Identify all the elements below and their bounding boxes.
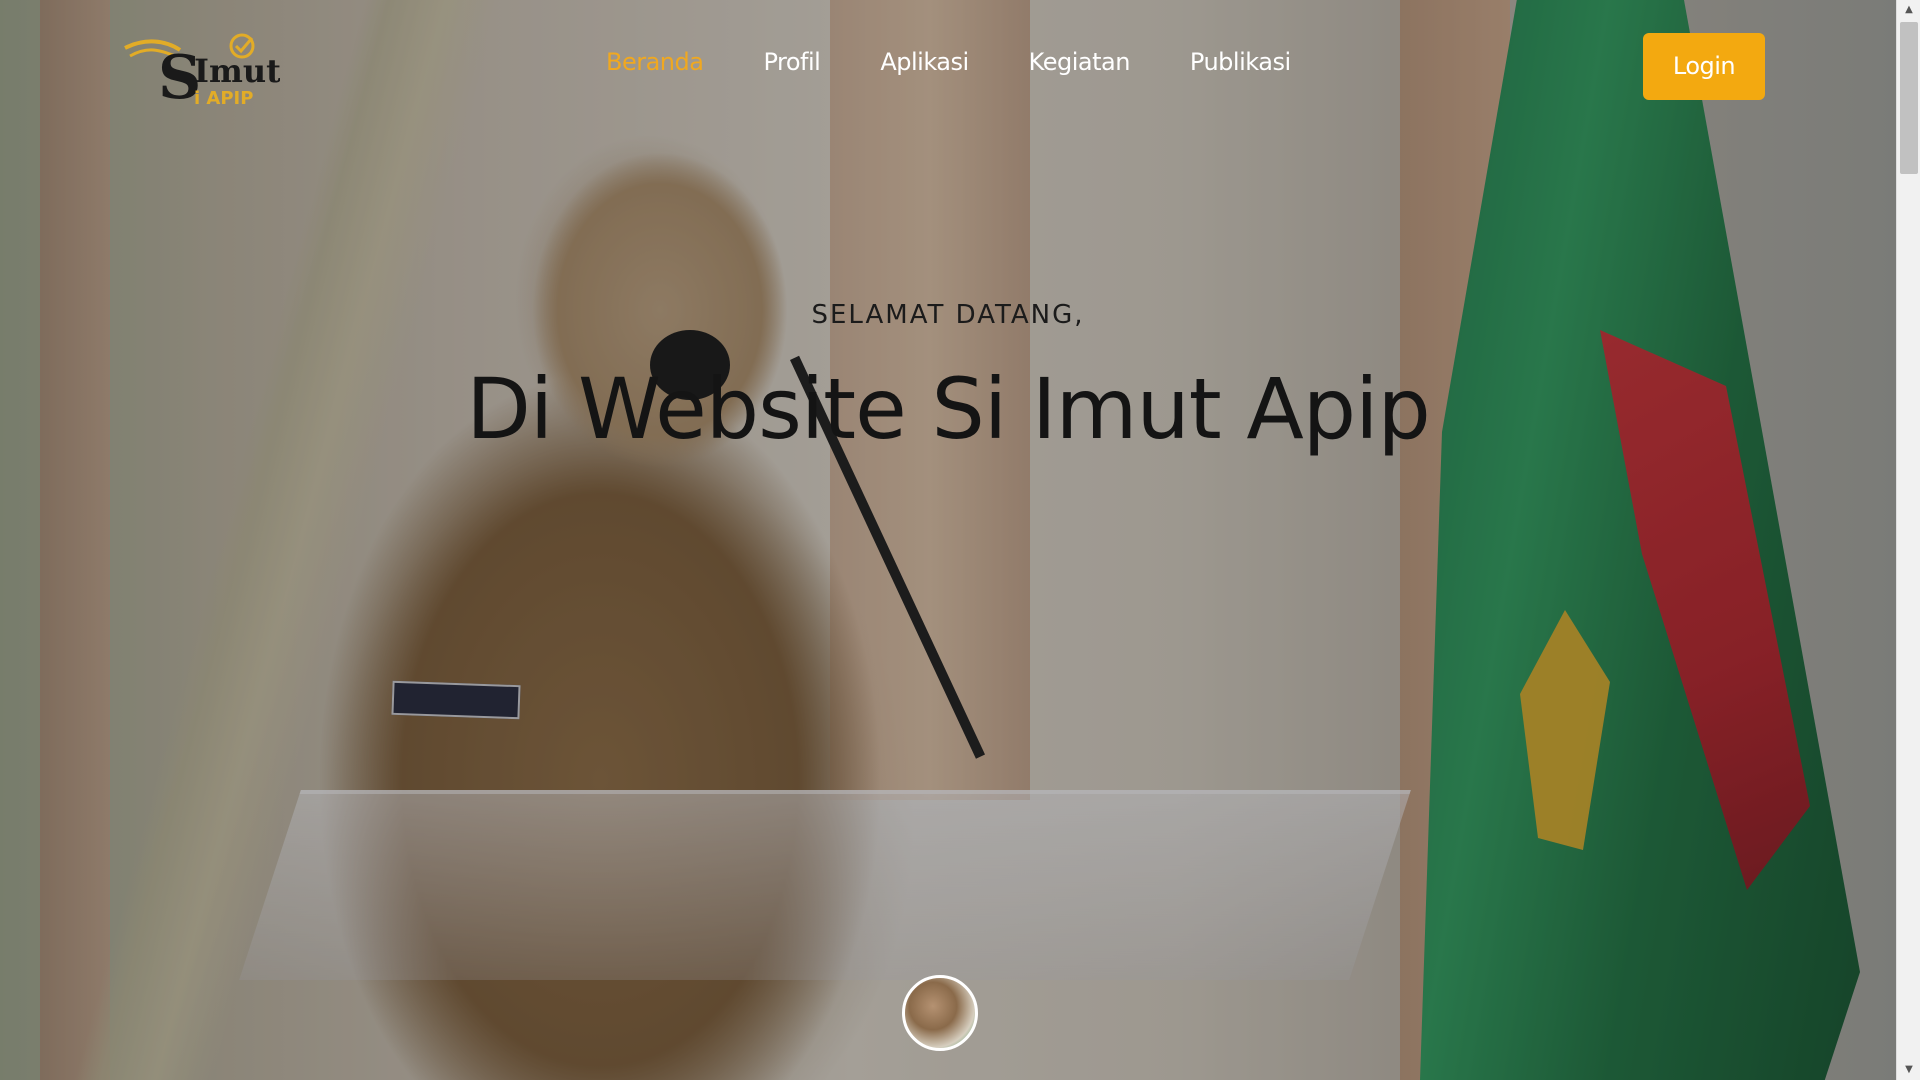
nav-item-aplikasi[interactable]: Aplikasi xyxy=(880,44,969,80)
main-nav: Beranda Profil Aplikasi Kegiatan Publika… xyxy=(606,44,1351,80)
hero-greeting: SELAMAT DATANG, xyxy=(811,300,1085,330)
nav-item-kegiatan[interactable]: Kegiatan xyxy=(1029,44,1131,80)
arrow-up-icon[interactable]: ▲ xyxy=(1897,0,1920,20)
logo-graphic: S Imut i APIP xyxy=(124,33,281,113)
slide-thumbnail-avatar[interactable] xyxy=(902,975,978,1051)
nav-item-beranda[interactable]: Beranda xyxy=(606,44,704,80)
page-scrollbar[interactable]: ▲ ▼ xyxy=(1896,0,1920,1080)
logo-main-text: Imut xyxy=(194,52,280,90)
login-button[interactable]: Login xyxy=(1643,33,1765,100)
site-logo[interactable]: S Imut i APIP xyxy=(120,30,281,113)
hero-headline: Di Website Si Imut Apip xyxy=(466,360,1431,458)
arrow-down-icon[interactable]: ▼ xyxy=(1897,1060,1920,1080)
scrollbar-thumb[interactable] xyxy=(1900,22,1918,174)
hero-overlay xyxy=(0,0,1896,1080)
nav-item-profil[interactable]: Profil xyxy=(763,44,820,80)
nav-item-publikasi[interactable]: Publikasi xyxy=(1190,44,1291,80)
logo-sub-text: i APIP xyxy=(194,88,253,109)
